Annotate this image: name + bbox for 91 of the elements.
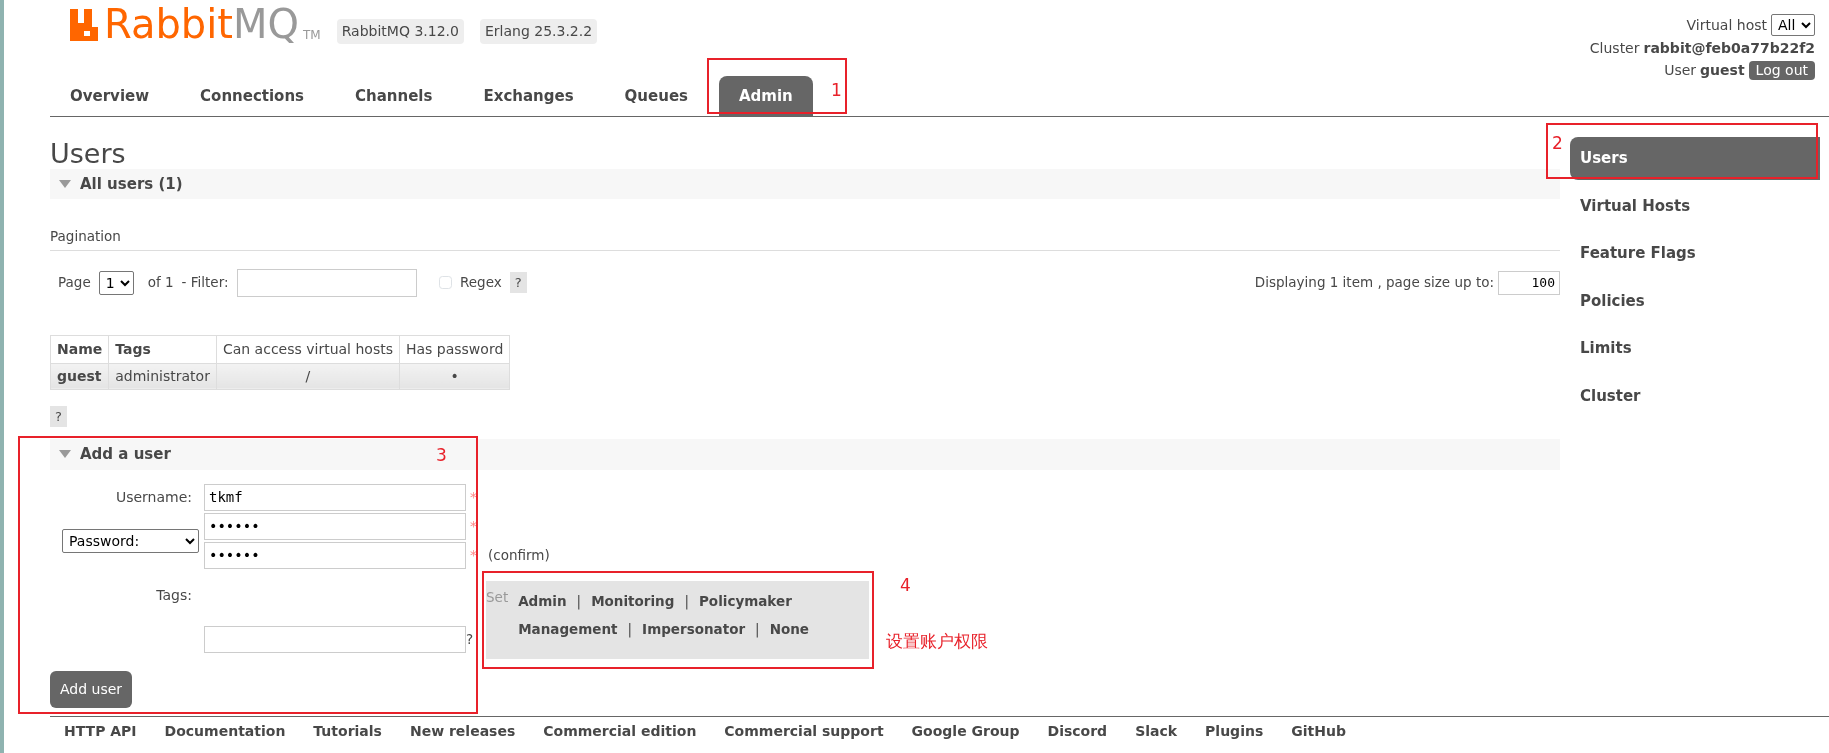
column-header: Can access virtual hosts	[216, 335, 400, 364]
page-label: Page	[58, 273, 91, 293]
footer-link[interactable]: Documentation	[164, 721, 286, 743]
user-label: User	[1664, 61, 1697, 79]
tag-link[interactable]: None	[769, 620, 809, 637]
column-header: Has password	[399, 335, 510, 364]
cluster-label: Cluster	[1589, 40, 1640, 57]
column-header: Tags	[108, 335, 217, 364]
required-mark: *	[469, 487, 478, 507]
sidebar-item[interactable]: Policies	[1570, 279, 1820, 323]
annotation-number: 3	[436, 444, 447, 468]
annotation-note: 设置账户权限	[886, 629, 988, 653]
page-select[interactable]: 1	[98, 270, 134, 295]
separator-text: |	[576, 592, 582, 609]
filter-label: - Filter:	[181, 273, 229, 293]
filter-field[interactable]	[236, 268, 417, 297]
pagination-heading: Pagination	[50, 221, 1560, 251]
footer-link[interactable]: Discord	[1047, 721, 1108, 743]
nav-tab[interactable]: Channels	[335, 75, 453, 117]
regex-checkbox[interactable]	[438, 275, 452, 290]
trademark-text: TM	[303, 27, 321, 44]
help-button[interactable]: ?	[50, 405, 67, 428]
table-cell: guest	[50, 363, 109, 390]
field-label: Tags:	[155, 585, 193, 605]
tag-link[interactable]: Impersonator	[642, 620, 746, 637]
user-name: guest	[1700, 61, 1745, 79]
confirm-note: (confirm)	[487, 545, 551, 565]
footer-link[interactable]: GitHub	[1291, 721, 1346, 743]
page-count: of 1	[147, 273, 174, 293]
tag-link[interactable]: Policymaker	[698, 592, 792, 609]
virtual-host-select[interactable]: All	[1771, 14, 1815, 36]
sidebar-item[interactable]: Cluster	[1570, 374, 1820, 418]
username-field[interactable]: tkmf	[204, 483, 466, 511]
page-size-label: Displaying 1 item , page size up to:	[1254, 273, 1494, 293]
collapse-icon[interactable]	[58, 179, 72, 190]
password-field[interactable]: ••••••	[204, 512, 466, 540]
required-mark: *	[469, 516, 478, 536]
column-header: Name	[50, 335, 109, 364]
logo-text: Rabbit	[104, 4, 233, 44]
tags-field[interactable]	[204, 625, 466, 653]
help-button[interactable]: ?	[509, 271, 527, 294]
table-cell: administrator	[108, 363, 217, 390]
password-mode-select[interactable]: Password:	[62, 528, 199, 553]
section-title: All users (1)	[80, 173, 183, 195]
help-text: ?	[466, 630, 475, 650]
tag-link[interactable]: Admin	[518, 592, 567, 609]
nav-tab[interactable]: Overview	[50, 75, 170, 117]
separator-text: |	[684, 592, 689, 609]
logo-text: MQ	[233, 4, 299, 44]
logout-button[interactable]: Log out	[1748, 60, 1815, 80]
table-cell: /	[216, 363, 400, 390]
version-label: Erlang 25.3.2.2	[479, 19, 598, 44]
required-mark: *	[469, 545, 478, 565]
nav-tab[interactable]: Connections	[180, 75, 325, 117]
nav-tab[interactable]: Exchanges	[463, 75, 594, 117]
sidebar-item[interactable]: Users	[1570, 137, 1820, 180]
annotation-number: 2	[1552, 132, 1563, 156]
add-user-button[interactable]: Add user	[50, 671, 133, 709]
footer-link[interactable]: HTTP API	[64, 721, 137, 743]
version-label: RabbitMQ 3.12.0	[336, 19, 464, 44]
password-confirm-field[interactable]: ••••••	[204, 541, 466, 569]
collapse-icon[interactable]	[58, 449, 72, 460]
page-size-field[interactable]: 100	[1498, 270, 1560, 295]
separator-text: |	[627, 620, 633, 637]
footer-link[interactable]: Google Group	[911, 721, 1020, 743]
sidebar-item[interactable]: Feature Flags	[1570, 232, 1820, 275]
sidebar-item[interactable]: Limits	[1570, 327, 1820, 370]
section-header[interactable]: All users (1)	[50, 168, 1560, 200]
field-label: Username:	[114, 487, 193, 507]
footer-link[interactable]: New releases	[409, 721, 516, 743]
set-label: Set	[486, 587, 509, 607]
table-cell: •	[399, 363, 510, 390]
nav-tab[interactable]: Queues	[604, 75, 708, 117]
logo-icon	[70, 9, 100, 41]
annotation-number: 4	[900, 573, 911, 597]
regex-label: Regex	[460, 273, 502, 293]
sidebar-item[interactable]: Virtual Hosts	[1570, 184, 1820, 228]
footer-link[interactable]: Tutorials	[313, 721, 382, 743]
virtual-host-label: Virtual host	[1686, 16, 1767, 34]
cluster-name: rabbit@feb0a77b22f2	[1643, 40, 1815, 57]
footer-link[interactable]: Slack	[1135, 721, 1178, 743]
tag-link[interactable]: Management	[518, 620, 618, 637]
footer-link[interactable]: Commercial support	[724, 721, 884, 743]
annotation-number: 1	[831, 78, 842, 102]
footer-link[interactable]: Plugins	[1205, 721, 1264, 743]
section-title: Add a user	[80, 444, 171, 466]
tag-link[interactable]: Monitoring	[591, 592, 675, 609]
page-title: Users	[50, 139, 126, 169]
separator-text: |	[755, 620, 760, 637]
footer-link[interactable]: Commercial edition	[543, 721, 697, 743]
nav-tab[interactable]: Admin	[719, 75, 813, 117]
